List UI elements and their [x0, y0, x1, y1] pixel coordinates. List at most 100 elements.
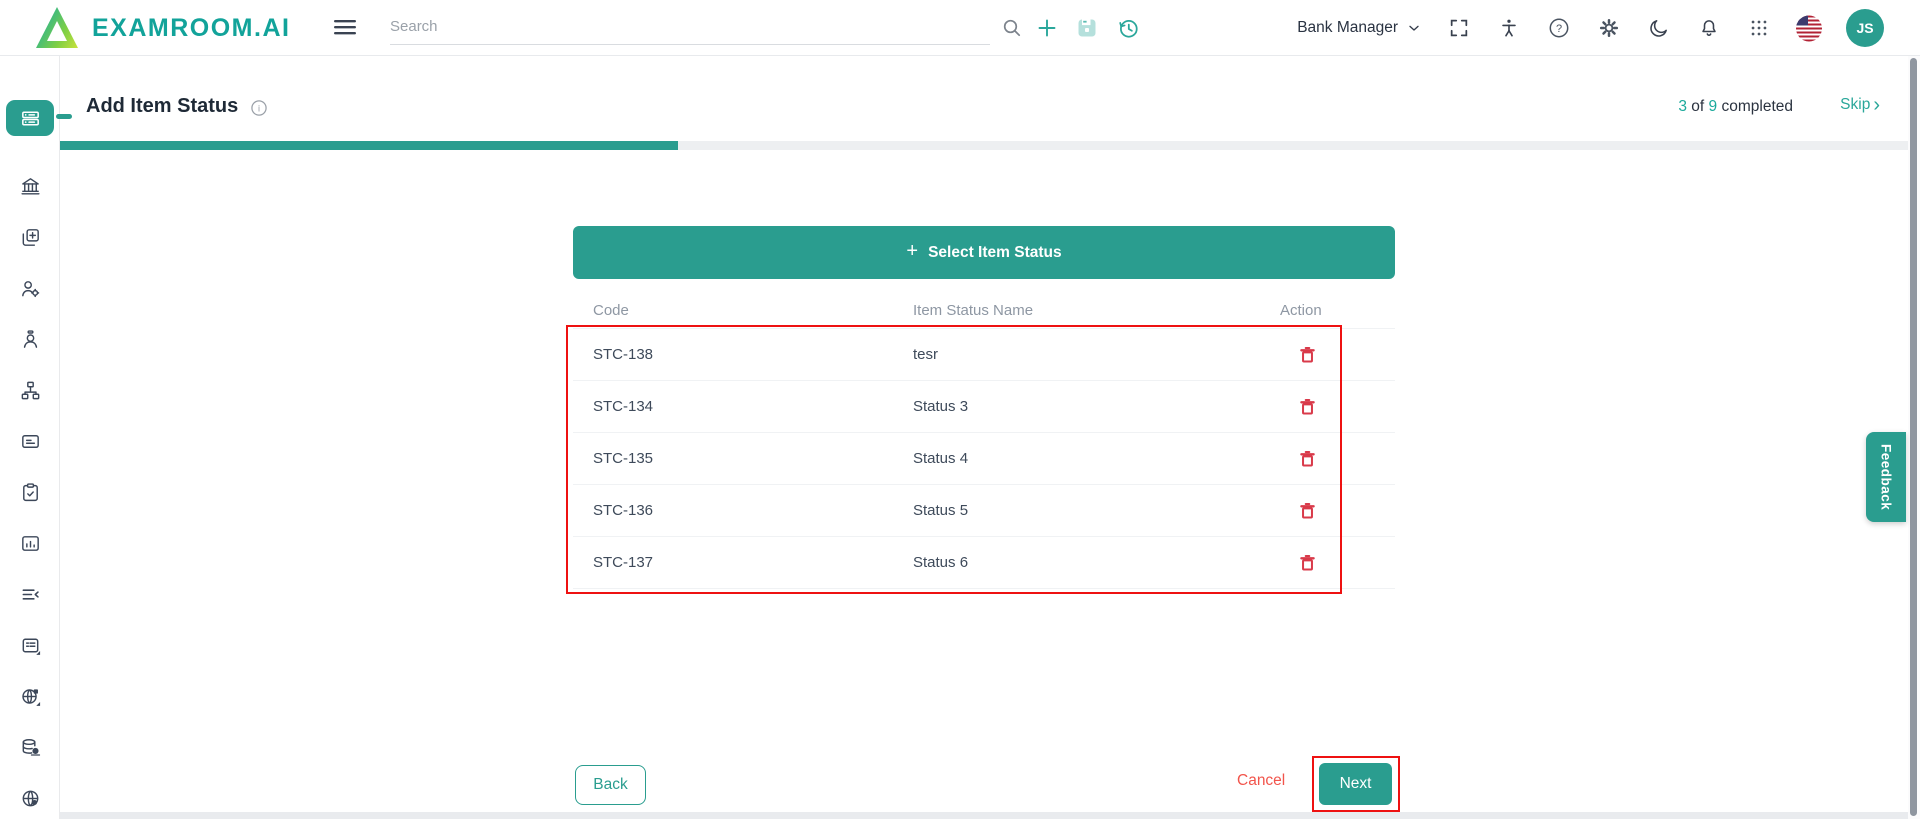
sidebar-item-database[interactable]	[0, 735, 60, 759]
delete-row-button[interactable]	[1292, 444, 1322, 474]
delete-row-button[interactable]	[1292, 548, 1322, 578]
column-header-item-status-name: Item Status Name	[913, 301, 1034, 319]
globe-badge-icon	[21, 688, 40, 706]
search-input[interactable]	[390, 8, 990, 45]
sidebar-item-user-settings[interactable]	[0, 276, 60, 300]
scrollbar-thumb[interactable]	[1910, 58, 1917, 816]
active-item-indicator	[56, 114, 72, 119]
notifications-icon[interactable]	[1696, 15, 1722, 41]
feedback-tab[interactable]: Feedback	[1866, 432, 1906, 522]
save-icon[interactable]	[1073, 14, 1101, 42]
sidebar-item-clipboard-check[interactable]	[0, 480, 60, 504]
sidebar-item-collapse-list[interactable]	[0, 582, 60, 606]
delete-row-button[interactable]	[1292, 392, 1322, 422]
settings-icon[interactable]	[1596, 15, 1622, 41]
sidebar-item-form-list[interactable]	[0, 633, 60, 657]
page-title: Add Item Status	[86, 95, 239, 117]
report-chart-icon	[21, 535, 39, 551]
skip-button[interactable]: Skip ›	[1840, 94, 1880, 116]
progress-bar-fill	[60, 141, 678, 150]
row-code: STC-136	[593, 502, 654, 519]
role-label: Bank Manager	[1297, 19, 1398, 36]
feedback-label: Feedback	[1878, 443, 1894, 511]
delete-row-button[interactable]	[1292, 340, 1322, 370]
table-row: STC-137 Status 6	[573, 537, 1395, 589]
table-row: STC-138 tesr	[573, 329, 1395, 381]
column-header-action: Action	[1280, 301, 1322, 319]
sidebar-item-item-bank[interactable]	[6, 100, 54, 136]
skip-label: Skip	[1840, 96, 1871, 113]
chevron-right-icon: ›	[1873, 94, 1880, 116]
sidebar-item-institution[interactable]	[0, 174, 60, 198]
header-right-group: Bank Manager ? JS	[1297, 0, 1884, 56]
role-selector[interactable]: Bank Manager	[1297, 19, 1422, 37]
item-rows-icon	[21, 111, 39, 125]
progress-total: 9	[1708, 98, 1718, 115]
user-settings-icon	[21, 280, 39, 297]
dark-mode-icon[interactable]	[1646, 15, 1672, 41]
table-header: Code Item Status Name Action	[573, 294, 1395, 326]
back-button[interactable]: Back	[575, 765, 646, 805]
select-item-status-button[interactable]: + Select Item Status	[573, 226, 1395, 279]
sidebar-item-report-chart[interactable]	[0, 531, 60, 555]
item-status-table: STC-138 tesr STC-134 Status 3 STC-135 St…	[573, 328, 1395, 589]
database-icon	[22, 738, 40, 756]
org-chart-icon	[21, 381, 39, 399]
sidebar	[0, 56, 60, 819]
sidebar-item-globe-badge[interactable]	[0, 684, 60, 708]
row-code: STC-138	[593, 346, 654, 363]
progress-status: 3 of 9 completed	[1678, 98, 1793, 116]
info-icon[interactable]: i	[249, 98, 269, 118]
table-row: STC-135 Status 4	[573, 433, 1395, 485]
table-row: STC-136 Status 5	[573, 485, 1395, 537]
table-row: STC-134 Status 3	[573, 381, 1395, 433]
progress-bar-track	[60, 141, 1920, 150]
accessibility-icon[interactable]	[1496, 15, 1522, 41]
scrollbar-track	[1908, 56, 1920, 819]
row-name: Status 6	[913, 554, 969, 571]
avatar[interactable]: JS	[1846, 9, 1884, 47]
sidebar-item-user[interactable]	[0, 327, 60, 351]
search-icon[interactable]	[998, 14, 1026, 42]
row-name: tesr	[913, 346, 939, 363]
clipboard-check-icon	[22, 482, 38, 501]
row-code: STC-135	[593, 450, 654, 467]
sidebar-item-card[interactable]	[0, 429, 60, 453]
next-button[interactable]: Next	[1319, 763, 1392, 805]
row-name: Status 5	[913, 502, 969, 519]
row-code: STC-137	[593, 554, 654, 571]
add-icon[interactable]	[1033, 14, 1061, 42]
globe-icon	[22, 790, 38, 806]
brand-logo-icon	[36, 7, 78, 48]
us-flag-icon[interactable]	[1796, 15, 1822, 41]
sidebar-item-org-chart[interactable]	[0, 378, 60, 402]
apps-grid-icon[interactable]	[1746, 15, 1772, 41]
avatar-initials: JS	[1856, 20, 1874, 36]
column-header-code: Code	[593, 301, 629, 319]
svg-text:i: i	[258, 104, 260, 114]
menu-icon[interactable]	[332, 16, 358, 40]
cancel-button[interactable]: Cancel	[1237, 772, 1285, 790]
bank-icon	[20, 177, 40, 195]
user-icon	[23, 329, 37, 348]
bottom-divider	[60, 812, 1920, 819]
progress-suffix: completed	[1721, 98, 1793, 115]
card-icon	[21, 434, 39, 448]
sidebar-item-copy-add[interactable]	[0, 225, 60, 249]
delete-row-button[interactable]	[1292, 496, 1322, 526]
sidebar-item-globe[interactable]	[0, 786, 60, 810]
fullscreen-icon[interactable]	[1446, 15, 1472, 41]
plus-icon: +	[906, 240, 919, 262]
hamburger-icon	[334, 20, 356, 35]
history-icon[interactable]	[1114, 14, 1142, 42]
form-list-icon	[22, 638, 40, 655]
copy-add-icon	[22, 228, 39, 246]
row-name: Status 4	[913, 450, 969, 467]
row-code: STC-134	[593, 398, 654, 415]
select-item-status-label: Select Item Status	[928, 243, 1062, 261]
top-header: EXAMROOM.AI Bank Manager	[0, 0, 1920, 56]
svg-text:?: ?	[1556, 23, 1562, 35]
brand-name: EXAMROOM.AI	[92, 14, 291, 42]
help-icon[interactable]: ?	[1546, 15, 1572, 41]
progress-of: of	[1691, 98, 1705, 115]
